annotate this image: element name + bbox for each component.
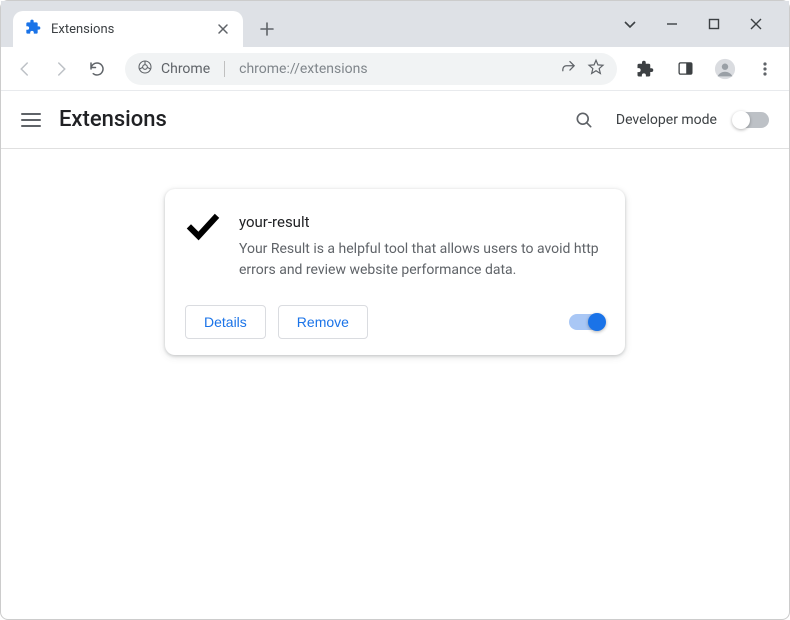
close-tab-button[interactable] bbox=[215, 21, 231, 37]
extensions-page-header: Extensions Developer mode bbox=[1, 91, 789, 149]
bookmark-star-icon[interactable] bbox=[587, 58, 605, 80]
search-icon[interactable] bbox=[568, 104, 600, 136]
extension-name: your-result bbox=[239, 213, 605, 231]
forward-button[interactable] bbox=[45, 53, 77, 85]
omnibox-scheme: Chrome bbox=[161, 61, 210, 77]
close-window-button[interactable] bbox=[747, 15, 765, 33]
checkmark-icon bbox=[185, 209, 221, 281]
page-title: Extensions bbox=[59, 107, 167, 132]
hamburger-menu-button[interactable] bbox=[21, 113, 41, 127]
remove-button[interactable]: Remove bbox=[278, 305, 368, 339]
share-icon[interactable] bbox=[560, 58, 577, 79]
sidepanel-icon[interactable] bbox=[669, 53, 701, 85]
developer-mode-toggle[interactable] bbox=[733, 112, 769, 128]
browser-toolbar: Chrome chrome://extensions bbox=[1, 47, 789, 91]
puzzle-icon bbox=[25, 19, 41, 39]
address-bar[interactable]: Chrome chrome://extensions bbox=[125, 53, 617, 85]
window-controls bbox=[603, 1, 783, 47]
extensions-icon[interactable] bbox=[629, 53, 661, 85]
menu-button[interactable] bbox=[749, 53, 781, 85]
reload-button[interactable] bbox=[81, 53, 113, 85]
chrome-icon bbox=[137, 59, 153, 79]
developer-mode-label: Developer mode bbox=[616, 112, 717, 128]
window-titlebar: Extensions bbox=[1, 1, 789, 47]
profile-avatar[interactable] bbox=[709, 53, 741, 85]
omnibox-url: chrome://extensions bbox=[239, 61, 367, 77]
extensions-content: your-result Your Result is a helpful too… bbox=[1, 149, 789, 355]
omnibox-divider bbox=[224, 61, 225, 77]
details-button[interactable]: Details bbox=[185, 305, 266, 339]
extension-enable-toggle[interactable] bbox=[569, 314, 605, 330]
back-button[interactable] bbox=[9, 53, 41, 85]
chevron-down-icon[interactable] bbox=[621, 15, 639, 33]
new-tab-button[interactable] bbox=[253, 15, 281, 43]
maximize-button[interactable] bbox=[705, 15, 723, 33]
browser-tab[interactable]: Extensions bbox=[13, 11, 243, 47]
extension-card: your-result Your Result is a helpful too… bbox=[165, 189, 625, 355]
extension-description: Your Result is a helpful tool that allow… bbox=[239, 239, 605, 281]
tab-title: Extensions bbox=[51, 22, 215, 37]
minimize-button[interactable] bbox=[663, 15, 681, 33]
